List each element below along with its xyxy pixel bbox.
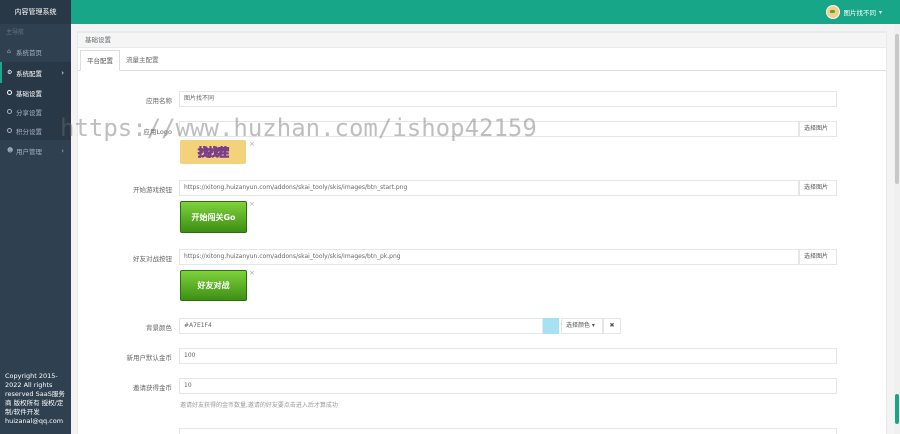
app-name-label: 应用名称 xyxy=(146,97,172,105)
color-swatch[interactable] xyxy=(543,318,559,334)
circle-icon xyxy=(7,90,12,95)
sidebar-item-home[interactable]: ⌂ 系统首页 xyxy=(0,41,71,62)
avatar xyxy=(826,5,841,19)
sidebar: 内容管理系统 主导航 ⌂ 系统首页 ⚙ 系统配置 › 基础设置 分享设置 积分设… xyxy=(0,0,71,434)
app-title: 内容管理系统 xyxy=(0,0,71,24)
sidebar-subitem-basic[interactable]: 基础设置 xyxy=(0,83,71,102)
user-name: 图片找不同 xyxy=(843,9,876,17)
friend-select-button[interactable]: 选择图片 xyxy=(799,249,837,265)
sidebar-item-label: 系统配置 xyxy=(16,69,42,78)
tab-bar: 平台配置 流量主配置 xyxy=(78,50,886,71)
chevron-right-icon: › xyxy=(61,68,64,77)
bg-color-input[interactable]: #A7E1F4 xyxy=(179,318,543,334)
friend-button-preview: 好友对战 xyxy=(180,270,247,301)
tab-platform[interactable]: 平台配置 xyxy=(80,50,120,71)
caret-down-icon: ▾ xyxy=(878,8,882,16)
new-user-coins-label: 新用户默认金币 xyxy=(126,354,173,362)
start-preview-text: 开始闯关Go xyxy=(191,212,236,222)
invite-hint: 邀请好友获得的金币数量,邀请的好友要点击进入后才算成功 xyxy=(180,402,338,409)
scrollbar-thumb[interactable] xyxy=(895,34,899,184)
chevron-right-icon: › xyxy=(61,146,64,155)
watermark: https://www.huzhan.com/ishop42159 xyxy=(60,114,537,142)
start-button-label: 开始游戏按钮 xyxy=(133,186,172,194)
logo-preview: 找找茬 xyxy=(180,140,246,164)
new-user-coins-input[interactable]: 100 xyxy=(179,348,837,364)
color-picker-button[interactable]: 选择颜色 ▾ xyxy=(561,318,603,334)
sidebar-subitem-label: 基础设置 xyxy=(16,89,42,98)
sidebar-item-label: 系统首页 xyxy=(16,48,42,57)
circle-icon xyxy=(7,128,12,133)
remove-friend-icon[interactable]: × xyxy=(249,269,255,277)
app-name-input[interactable]: 图片找不同 xyxy=(179,91,837,107)
cog-icon: ⚙ xyxy=(7,69,13,76)
scrollbar-indicator xyxy=(895,394,899,424)
sidebar-subitem-label: 积分设置 xyxy=(16,127,42,136)
circle-icon xyxy=(7,109,12,114)
sidebar-item-label: 用户管理 xyxy=(16,147,42,156)
start-select-button[interactable]: 选择图片 xyxy=(799,180,837,196)
clear-color-button[interactable]: ✖ xyxy=(603,318,621,334)
next-field-input[interactable] xyxy=(179,428,837,434)
friend-preview-text: 好友对战 xyxy=(197,281,230,290)
start-button-input[interactable]: https://xitong.huizanyun.com/addons/skai… xyxy=(179,180,799,196)
start-button-preview: 开始闯关Go xyxy=(180,201,247,233)
invite-coins-label: 邀请获得金币 xyxy=(133,384,172,392)
user-icon: ☻ xyxy=(7,147,14,154)
friend-button-label: 好友对战按钮 xyxy=(133,255,172,263)
invite-coins-input[interactable]: 10 xyxy=(179,378,837,394)
bg-color-label: 背景颜色 xyxy=(146,324,172,332)
logo-preview-text: 找找茬 xyxy=(198,146,230,160)
tab-traffic[interactable]: 流量主配置 xyxy=(120,50,165,70)
sidebar-item-users[interactable]: ☻ 用户管理 › xyxy=(0,140,71,161)
sidebar-head: 主导航 xyxy=(6,29,25,36)
copyright: Copyright 2015-2022 All rights reserved … xyxy=(5,372,65,425)
friend-button-input[interactable]: https://xitong.huizanyun.com/addons/skai… xyxy=(179,249,799,265)
logo-select-button[interactable]: 选择图片 xyxy=(799,121,837,137)
topbar: 图片找不同 ▾ xyxy=(71,0,900,24)
remove-start-icon[interactable]: × xyxy=(249,200,255,208)
panel-title: 基础设置 xyxy=(78,33,886,48)
sidebar-item-system-config[interactable]: ⚙ 系统配置 › xyxy=(0,62,71,83)
user-menu[interactable]: 图片找不同 ▾ xyxy=(826,5,882,19)
sidebar-subitem-label: 分享设置 xyxy=(16,108,42,117)
scrollbar[interactable] xyxy=(894,24,900,434)
home-icon: ⌂ xyxy=(7,48,11,55)
